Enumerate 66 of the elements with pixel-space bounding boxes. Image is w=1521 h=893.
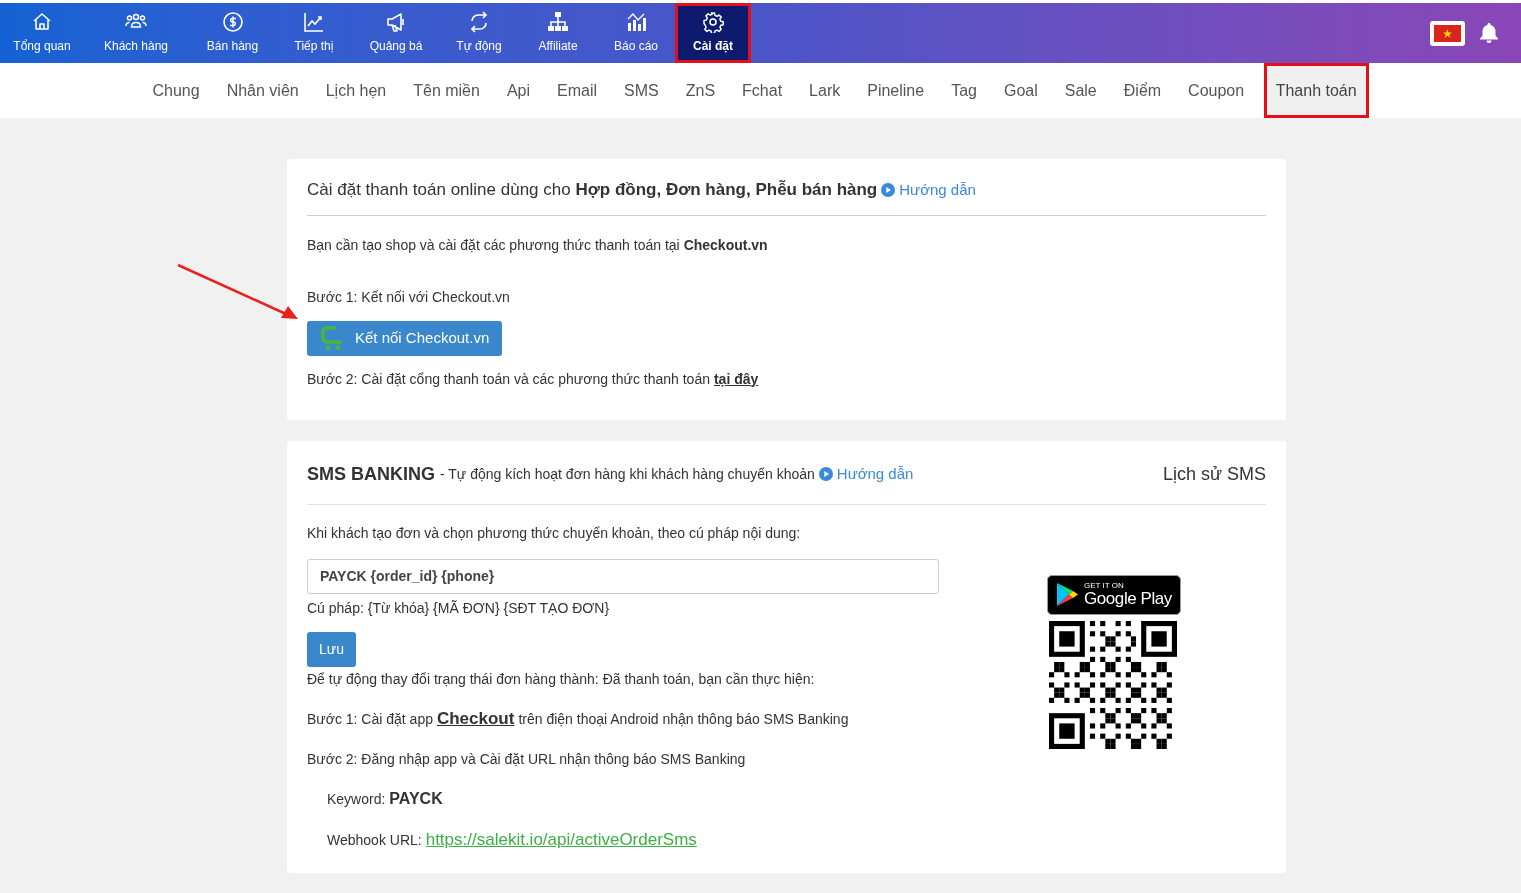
line-chart-icon — [303, 11, 325, 33]
card-subtitle: - Tự động kích hoạt đơn hàng khi khách hàng chuyển khoản — [440, 464, 815, 484]
top-nav-tab[interactable]: Tiếp thị — [275, 3, 353, 63]
bell-icon[interactable] — [1479, 22, 1499, 44]
settings-tab[interactable]: ZnS — [672, 63, 729, 118]
syntax-hint: Cú pháp: {Từ khóa} {MÃ ĐƠN} {SĐT TẠO ĐƠN} — [307, 598, 611, 618]
top-nav-tab[interactable]: Quảng bá — [353, 3, 439, 63]
settings-tab[interactable]: Email — [543, 63, 611, 118]
settings-tab[interactable]: Fchat — [728, 63, 796, 118]
settings-tab[interactable]: SMS — [610, 63, 673, 118]
top-nav-tab[interactable]: Báo cáo — [597, 3, 675, 63]
settings-tab[interactable]: Lịch hẹn — [312, 63, 400, 118]
step-text: Bước 1: Cài đặt app — [307, 709, 433, 729]
step-text: Bước 2: Đăng nhập app và Cài đặt URL nhận thông báo SMS Banking — [307, 750, 747, 769]
keyword-value: PAYCK — [389, 789, 443, 809]
keyword-label: Keyword: — [327, 790, 386, 809]
guide-link[interactable]: Hướng dẫn — [881, 178, 976, 201]
top-nav-tab[interactable]: Tổng quan — [2, 3, 82, 63]
settings-tab[interactable]: Chung — [139, 63, 214, 118]
connect-checkout-button[interactable]: Kết nối Checkout.vn — [307, 320, 503, 356]
checkout-app-link[interactable]: Checkout — [436, 705, 515, 731]
settings-tab[interactable]: Coupon — [1174, 63, 1258, 118]
badge-store-text: Google Play — [1084, 590, 1172, 607]
settings-tab[interactable]: Api — [493, 63, 544, 118]
step-text: Bước 2: Cài đặt cổng thanh toán và các phương thức thanh toán — [307, 369, 710, 389]
repeat-icon — [468, 11, 490, 33]
megaphone-icon — [385, 11, 407, 33]
badge-small-text: GET IT ON — [1084, 582, 1125, 590]
google-play-badge[interactable]: GET IT ON Google Play — [1047, 574, 1181, 615]
sitemap-icon — [547, 11, 569, 33]
top-nav-tab[interactable]: Cài đặt — [675, 3, 751, 63]
home-icon — [31, 11, 53, 33]
guide-link[interactable]: Hướng dẫn — [818, 462, 914, 486]
save-button[interactable]: Lưu — [307, 631, 356, 667]
instruction-text: Khi khách tạo đơn và chọn phương thức chuyển khoản, theo cú pháp nội dung: — [307, 523, 802, 543]
settings-tab[interactable]: Lark — [795, 63, 854, 118]
play-triangle-icon — [1056, 582, 1078, 607]
settings-tab[interactable]: Pineline — [853, 63, 938, 118]
settings-tab[interactable]: Tag — [937, 63, 991, 118]
here-link[interactable]: tại đây — [713, 368, 759, 390]
settings-tab[interactable]: Điểm — [1110, 63, 1175, 118]
play-circle-icon — [818, 467, 833, 481]
settings-tab[interactable]: Sale — [1051, 63, 1111, 118]
step-text: Bước 1: Kết nối với Checkout.vn — [307, 287, 511, 307]
play-circle-icon — [881, 182, 896, 197]
settings-tab[interactable]: Thanh toán — [1263, 63, 1369, 118]
settings-icon — [702, 11, 724, 33]
dollar-icon — [221, 11, 244, 33]
vietnam-flag-icon[interactable] — [1430, 20, 1465, 46]
cart-logo-icon — [320, 325, 345, 351]
settings-tab[interactable]: Tên miền — [399, 63, 494, 118]
webhook-label: Webhook URL: — [327, 831, 422, 850]
top-nav-tab[interactable]: Affiliate — [519, 3, 597, 63]
settings-tab[interactable]: Nhân viên — [213, 63, 313, 118]
card-title: Cài đặt thanh toán online dùng cho Hợp đồng, Đơn hàng, Phễu bán hàng — [307, 179, 878, 201]
syntax-input-field[interactable]: PAYCK {order_id} {phone} — [307, 558, 939, 594]
settings-tab[interactable]: Goal — [990, 63, 1052, 118]
note-text: Để tự động thay đổi trạng thái đơn hàng thành: Đã thanh toán, bạn cần thực hiện: — [307, 669, 816, 689]
top-nav-tab[interactable]: Khách hàng — [82, 3, 190, 63]
top-nav-tab[interactable]: Bán hàng — [190, 3, 275, 63]
sms-history-link[interactable]: Lịch sử SMS — [1162, 460, 1266, 488]
intro-text: Bạn cần tạo shop và cài đặt các phương thức thanh toán tại Checkout.vn — [307, 235, 769, 255]
bar-chart-icon — [625, 11, 647, 33]
top-nav-tab[interactable]: Tự động — [439, 3, 519, 63]
step-text: trên điện thoại Android nhận thông báo SMS Banking — [518, 709, 849, 729]
card-title: SMS BANKING — [307, 462, 435, 486]
